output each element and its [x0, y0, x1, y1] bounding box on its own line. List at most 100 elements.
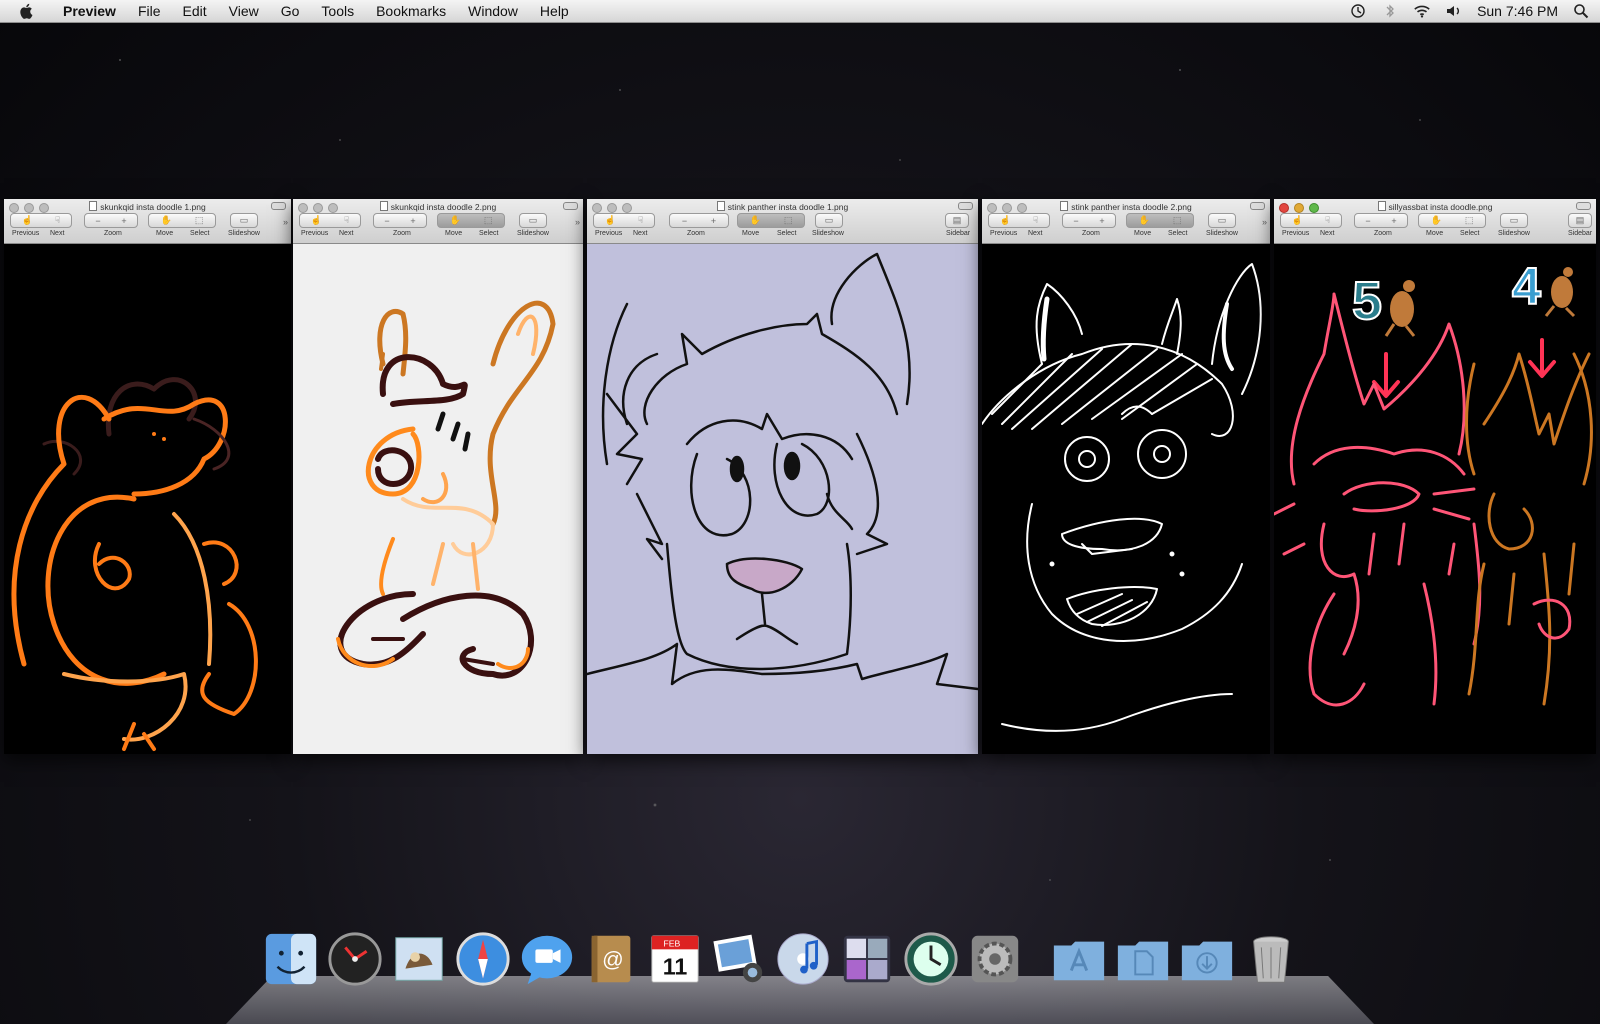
previous-icon[interactable]: ☝ — [22, 215, 33, 226]
dock-time-machine[interactable] — [902, 930, 960, 988]
toolbar-toggle-button[interactable] — [1250, 202, 1265, 210]
move-hand-icon[interactable]: ✋ — [1431, 215, 1442, 226]
dock-system-preferences[interactable] — [966, 930, 1024, 988]
prev-next-segmented[interactable]: ☝ ☟ — [1280, 213, 1342, 228]
move-select-segmented[interactable]: ✋ ⬚ — [148, 213, 216, 228]
move-hand-icon[interactable]: ✋ — [450, 215, 461, 226]
volume-icon[interactable] — [1445, 3, 1463, 19]
select-marquee-icon[interactable]: ⬚ — [784, 215, 793, 226]
dock-trash[interactable] — [1242, 930, 1300, 988]
previous-icon[interactable]: ☝ — [1000, 215, 1011, 226]
toolbar-toggle-button[interactable] — [563, 202, 578, 210]
next-icon[interactable]: ☟ — [1325, 215, 1330, 226]
slideshow-button[interactable]: ▭ — [815, 213, 843, 228]
toolbar-toggle-button[interactable] — [271, 202, 286, 210]
zoom-out-icon[interactable]: − — [384, 216, 389, 226]
toolbar-overflow-icon[interactable]: » — [1262, 217, 1267, 227]
zoom-segmented[interactable]: − + — [373, 213, 427, 228]
select-marquee-icon[interactable]: ⬚ — [1465, 215, 1474, 226]
spotlight-search-icon[interactable] — [1572, 3, 1590, 19]
toolbar-toggle-button[interactable] — [1576, 202, 1591, 210]
prev-next-segmented[interactable]: ☝ ☟ — [10, 213, 72, 228]
move-hand-icon[interactable]: ✋ — [750, 215, 761, 226]
prev-next-segmented[interactable]: ☝ ☟ — [593, 213, 655, 228]
sidebar-button[interactable]: ▤ — [945, 213, 969, 228]
dock-itunes[interactable] — [774, 930, 832, 988]
previous-icon[interactable]: ☝ — [311, 215, 322, 226]
zoom-in-icon[interactable]: + — [410, 216, 415, 226]
dock-dashboard[interactable] — [326, 930, 384, 988]
slideshow-button[interactable]: ▭ — [230, 213, 258, 228]
zoom-in-icon[interactable]: + — [121, 216, 126, 226]
menu-edit[interactable]: Edit — [172, 3, 218, 19]
zoom-out-icon[interactable]: − — [682, 216, 687, 226]
previous-icon[interactable]: ☝ — [1292, 215, 1303, 226]
wifi-icon[interactable] — [1413, 3, 1431, 19]
zoom-in-icon[interactable]: + — [1099, 216, 1104, 226]
previous-icon[interactable]: ☝ — [605, 215, 616, 226]
zoom-in-icon[interactable]: + — [711, 216, 716, 226]
preview-window-5-active[interactable]: sillyassbat insta doodle.png ☝ ☟ − + ✋ ⬚ ▭ … — [1274, 199, 1596, 754]
zoom-in-icon[interactable]: + — [1391, 216, 1396, 226]
dock-finder[interactable] — [262, 930, 320, 988]
dock-iphoto[interactable] — [710, 930, 768, 988]
preview-window-4[interactable]: stink panther insta doodle 2.png ☝ ☟ − + ✋… — [982, 199, 1270, 754]
dock-safari[interactable] — [454, 930, 512, 988]
window-titlebar[interactable]: stink panther insta doodle 1.png ☝ ☟ − + ✋… — [587, 199, 978, 244]
menu-help[interactable]: Help — [529, 3, 580, 19]
zoom-out-icon[interactable]: − — [95, 216, 100, 226]
preview-window-3[interactable]: stink panther insta doodle 1.png ☝ ☟ − + ✋… — [587, 199, 978, 754]
menu-file[interactable]: File — [127, 3, 172, 19]
dock-spaces[interactable] — [838, 930, 896, 988]
move-hand-icon[interactable]: ✋ — [1139, 215, 1150, 226]
select-marquee-icon[interactable]: ⬚ — [195, 215, 204, 226]
menu-clock[interactable]: Sun 7:46 PM — [1477, 3, 1558, 19]
move-select-segmented[interactable]: ✋ ⬚ — [1126, 213, 1194, 228]
dock-ichat[interactable] — [518, 930, 576, 988]
zoom-out-icon[interactable]: − — [1365, 216, 1370, 226]
next-icon[interactable]: ☟ — [638, 215, 643, 226]
move-select-segmented[interactable]: ✋ ⬚ — [737, 213, 805, 228]
select-marquee-icon[interactable]: ⬚ — [1173, 215, 1182, 226]
zoom-segmented[interactable]: − + — [1354, 213, 1408, 228]
prev-next-segmented[interactable]: ☝ ☟ — [988, 213, 1050, 228]
menu-app-preview[interactable]: Preview — [52, 3, 127, 19]
prev-next-segmented[interactable]: ☝ ☟ — [299, 213, 361, 228]
window-titlebar[interactable]: sillyassbat insta doodle.png ☝ ☟ − + ✋ ⬚ ▭ … — [1274, 199, 1596, 244]
zoom-segmented[interactable]: − + — [84, 213, 138, 228]
window-titlebar[interactable]: stink panther insta doodle 2.png ☝ ☟ − + ✋… — [982, 199, 1270, 244]
zoom-segmented[interactable]: − + — [1062, 213, 1116, 228]
preview-window-2[interactable]: skunkqid insta doodle 2.png ☝ ☟ − + ✋ ⬚ ▭ P… — [293, 199, 583, 754]
window-titlebar[interactable]: skunkqid insta doodle 1.png ☝ ☟ − + ✋ ⬚ ▭ P… — [4, 199, 291, 244]
slideshow-button[interactable]: ▭ — [1208, 213, 1236, 228]
dock-documents-folder[interactable] — [1114, 930, 1172, 988]
menu-view[interactable]: View — [218, 3, 270, 19]
next-icon[interactable]: ☟ — [55, 215, 60, 226]
sidebar-button[interactable]: ▤ — [1568, 213, 1592, 228]
toolbar-overflow-icon[interactable]: » — [575, 217, 580, 227]
zoom-segmented[interactable]: − + — [669, 213, 729, 228]
next-icon[interactable]: ☟ — [344, 215, 349, 226]
menu-tools[interactable]: Tools — [310, 3, 365, 19]
move-select-segmented[interactable]: ✋ ⬚ — [437, 213, 505, 228]
slideshow-button[interactable]: ▭ — [1500, 213, 1528, 228]
dock-mail[interactable] — [390, 930, 448, 988]
dock-applications-folder[interactable] — [1050, 930, 1108, 988]
dock-ical[interactable]: FEB 11 — [646, 930, 704, 988]
dock-address-book[interactable]: @ — [582, 930, 640, 988]
move-hand-icon[interactable]: ✋ — [161, 215, 172, 226]
window-titlebar[interactable]: skunkqid insta doodle 2.png ☝ ☟ − + ✋ ⬚ ▭ P… — [293, 199, 583, 244]
dock-downloads-folder[interactable] — [1178, 930, 1236, 988]
preview-window-1[interactable]: skunkqid insta doodle 1.png ☝ ☟ − + ✋ ⬚ ▭ P… — [4, 199, 291, 754]
apple-icon[interactable] — [18, 2, 36, 20]
bluetooth-icon[interactable] — [1381, 3, 1399, 19]
menu-bookmarks[interactable]: Bookmarks — [365, 3, 457, 19]
time-machine-icon[interactable] — [1349, 3, 1367, 19]
toolbar-overflow-icon[interactable]: » — [283, 217, 288, 227]
menu-go[interactable]: Go — [270, 3, 311, 19]
menu-window[interactable]: Window — [457, 3, 529, 19]
toolbar-toggle-button[interactable] — [958, 202, 973, 210]
next-icon[interactable]: ☟ — [1033, 215, 1038, 226]
slideshow-button[interactable]: ▭ — [519, 213, 547, 228]
zoom-out-icon[interactable]: − — [1073, 216, 1078, 226]
